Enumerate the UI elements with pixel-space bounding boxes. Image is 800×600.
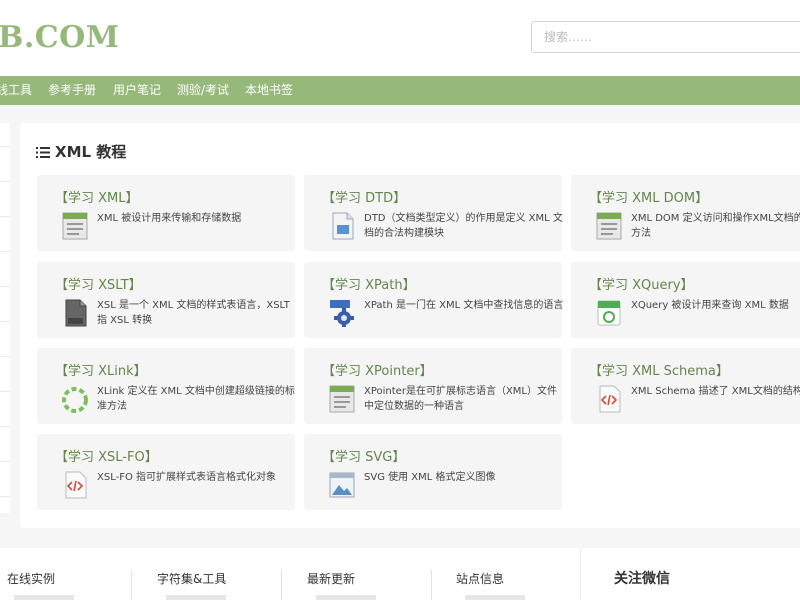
card-title[interactable]: 【学习 XLink】 (55, 360, 147, 379)
card-title[interactable]: 【学习 XML】 (55, 187, 139, 206)
schema-code-icon (599, 385, 621, 413)
nav-bookmarks[interactable]: 本地书签 (245, 76, 293, 105)
page-title: XML 教程 (36, 141, 126, 162)
xpath-gear-icon (330, 300, 354, 327)
sidebar-divider (0, 216, 10, 217)
sidebar-divider (0, 251, 10, 252)
xpointer-doc-icon (329, 385, 355, 413)
footer-divider (580, 548, 581, 600)
xquery-icon (597, 300, 621, 326)
footer-wechat-title: 关注微信 (614, 571, 670, 587)
footer-link-placeholder[interactable] (465, 595, 525, 600)
sidebar-divider (0, 321, 10, 322)
footer: 在线实例 字符集&工具 最新更新 站点信息 关注微信 (0, 548, 800, 600)
card-title[interactable]: 【学习 DTD】 (322, 187, 406, 206)
card-title[interactable]: 【学习 XPath】 (322, 274, 416, 293)
card-xml-schema[interactable]: 【学习 XML Schema】 XML Schema 描述了 XML文档的结构 (571, 348, 800, 424)
sidebar-divider (0, 461, 10, 462)
card-desc: XQuery 被设计用来查询 XML 数据 (631, 300, 789, 311)
card-title[interactable]: 【学习 XSL-FO】 (55, 446, 158, 465)
sidebar-divider (0, 391, 10, 392)
footer-col-tools[interactable]: 字符集&工具 (157, 570, 226, 587)
card-desc: XML 被设计用来传输和存储数据 (97, 213, 242, 224)
search-input[interactable] (531, 21, 800, 53)
card-desc: XSL-FO 指可扩展样式表语言格式化对象 (97, 472, 277, 483)
footer-divider (281, 570, 282, 600)
card-title[interactable]: 【学习 XML DOM】 (589, 187, 708, 206)
card-desc: XML DOM 定义访问和操作XML文档的标准方法 (631, 213, 800, 239)
card-xquery[interactable]: 【学习 XQuery】 XQuery 被设计用来查询 XML 数据 (571, 262, 800, 338)
nav-reference[interactable]: 参考手册 (48, 76, 96, 105)
footer-col-updates[interactable]: 最新更新 (307, 570, 355, 587)
sidebar-divider (0, 146, 10, 147)
xml-doc-icon (62, 212, 88, 240)
card-title[interactable]: 【学习 XSLT】 (55, 274, 142, 293)
card-desc: XSL 是一个 XML 文档的样式表语言，XSLT 指 XSL 转换 (97, 300, 290, 326)
sidebar (0, 123, 10, 513)
main-content: XML 教程 【学习 XML】 XML 被设计用来传输和存储数据 【学习 DTD… (20, 123, 800, 528)
xslt-file-icon (65, 299, 87, 327)
footer-col-examples[interactable]: 在线实例 (7, 570, 55, 587)
card-title[interactable]: 【学习 SVG】 (322, 446, 405, 465)
card-svg[interactable]: 【学习 SVG】 SVG 使用 XML 格式定义图像 (304, 434, 562, 510)
sidebar-divider (0, 496, 10, 497)
card-desc: DTD（文档类型定义）的作用是定义 XML 文档的合法构建模块 (364, 213, 563, 239)
site-logo[interactable]: B.COM (0, 20, 120, 55)
footer-link-placeholder[interactable] (166, 595, 226, 600)
dtd-file-icon (332, 212, 354, 240)
nav-quiz[interactable]: 测验/考试 (177, 76, 229, 105)
sidebar-divider (0, 426, 10, 427)
card-desc: XML Schema 描述了 XML文档的结构 (631, 386, 800, 397)
card-xml[interactable]: 【学习 XML】 XML 被设计用来传输和存储数据 (37, 175, 295, 251)
card-xpath[interactable]: 【学习 XPath】 XPath 是一门在 XML 文档中查找信息的语言 (304, 262, 564, 338)
nav-bar: 线工具 参考手册 用户笔记 测验/考试 本地书签 (0, 76, 800, 105)
card-dtd[interactable]: 【学习 DTD】 DTD（文档类型定义）的作用是定义 XML 文档的合法构建模块 (304, 175, 563, 251)
page-title-text: XML 教程 (55, 143, 127, 161)
card-xsl-fo[interactable]: 【学习 XSL-FO】 XSL-FO 指可扩展样式表语言格式化对象 (37, 434, 295, 510)
footer-divider (431, 570, 432, 600)
card-title[interactable]: 【学习 XPointer】 (322, 360, 433, 379)
card-xml-dom[interactable]: 【学习 XML DOM】 XML DOM 定义访问和操作XML文档的标准方法 (571, 175, 800, 251)
card-desc: XPointer是在可扩展标志语言（XML）文件中定位数据的一种语言 (364, 386, 557, 412)
svg-image-icon (329, 472, 355, 498)
footer-divider (131, 570, 132, 600)
footer-link-placeholder[interactable] (14, 595, 74, 600)
card-desc: XPath 是一门在 XML 文档中查找信息的语言 (364, 300, 564, 311)
nav-user-notes[interactable]: 用户笔记 (113, 76, 161, 105)
card-xslt[interactable]: 【学习 XSLT】 XSL 是一个 XML 文档的样式表语言，XSLT 指 XS… (37, 262, 295, 338)
card-xpointer[interactable]: 【学习 XPointer】 XPointer是在可扩展标志语言（XML）文件中定… (304, 348, 562, 424)
xslfo-code-icon (65, 471, 87, 499)
xml-dom-icon (596, 212, 622, 240)
footer-link-placeholder[interactable] (316, 595, 376, 600)
card-title[interactable]: 【学习 XML Schema】 (589, 360, 729, 379)
sidebar-divider (0, 286, 10, 287)
footer-col-site-info[interactable]: 站点信息 (456, 570, 504, 587)
header: B.COM (0, 0, 800, 76)
sidebar-divider (0, 181, 10, 182)
sidebar-divider (0, 356, 10, 357)
card-xlink[interactable]: 【学习 XLink】 XLink 定义在 XML 文档中创建超级链接的标准方法 (37, 348, 295, 424)
nav-online-tools[interactable]: 线工具 (0, 76, 32, 105)
xlink-ring-icon (62, 387, 88, 413)
card-title[interactable]: 【学习 XQuery】 (589, 274, 694, 293)
card-desc: XLink 定义在 XML 文档中创建超级链接的标准方法 (97, 386, 295, 412)
card-desc: SVG 使用 XML 格式定义图像 (364, 472, 496, 483)
list-icon (36, 147, 50, 158)
